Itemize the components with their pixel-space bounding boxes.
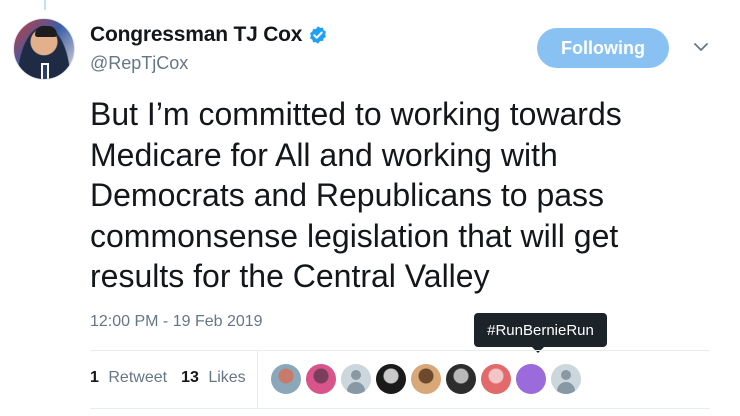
stats-separator: [257, 351, 258, 408]
thread-connector-line: [44, 0, 46, 10]
liker-avatar-7[interactable]: [481, 364, 511, 394]
tweet-line: Democrats and Republicans to pass: [90, 177, 605, 213]
liker-avatar-9[interactable]: [551, 364, 581, 394]
divider: [90, 408, 710, 409]
likes-count: 13: [181, 369, 199, 386]
author-avatar[interactable]: [13, 18, 75, 80]
tweet-text: But I’m committed to working towards Med…: [90, 94, 730, 297]
liker-avatar-6[interactable]: [446, 364, 476, 394]
author-display-name[interactable]: Congressman TJ Cox: [90, 23, 302, 47]
tweet-line: commonsense legislation that will get: [90, 217, 619, 254]
avatar-hair: [35, 26, 57, 37]
liker-avatar-1[interactable]: [271, 364, 301, 394]
author-handle[interactable]: @RepTjCox: [90, 53, 188, 74]
liker-avatar-4[interactable]: [376, 364, 406, 394]
liker-avatar-8[interactable]: [516, 364, 546, 394]
author-name-row: Congressman TJ Cox: [90, 23, 328, 47]
avatar-tie: [43, 65, 47, 79]
liker-avatars: [271, 364, 586, 394]
tweet-timestamp[interactable]: 12:00 PM - 19 Feb 2019: [90, 313, 263, 331]
tweet-line: But I’m committed to working towards: [90, 96, 622, 132]
liker-avatar-2[interactable]: [306, 364, 336, 394]
chevron-down-icon[interactable]: [692, 38, 710, 56]
likes-label: Likes: [208, 369, 246, 386]
retweet-count: 1: [90, 369, 99, 386]
following-button[interactable]: Following: [537, 28, 669, 68]
engagement-stats: 1 Retweet 13 Likes: [90, 369, 260, 387]
liker-avatar-3[interactable]: [341, 364, 371, 394]
likes-stat[interactable]: 13 Likes: [181, 369, 246, 387]
retweet-label: Retweet: [108, 369, 168, 386]
retweet-stat[interactable]: 1 Retweet: [90, 369, 167, 387]
divider: [90, 350, 710, 351]
tweet-line: results for the Central Valley: [90, 258, 490, 294]
hashtag-tooltip: #RunBernieRun: [474, 313, 607, 353]
tweet-line: Medicare for All and working with: [90, 136, 558, 173]
verified-badge-icon: [310, 26, 327, 44]
liker-avatar-5[interactable]: [411, 364, 441, 394]
